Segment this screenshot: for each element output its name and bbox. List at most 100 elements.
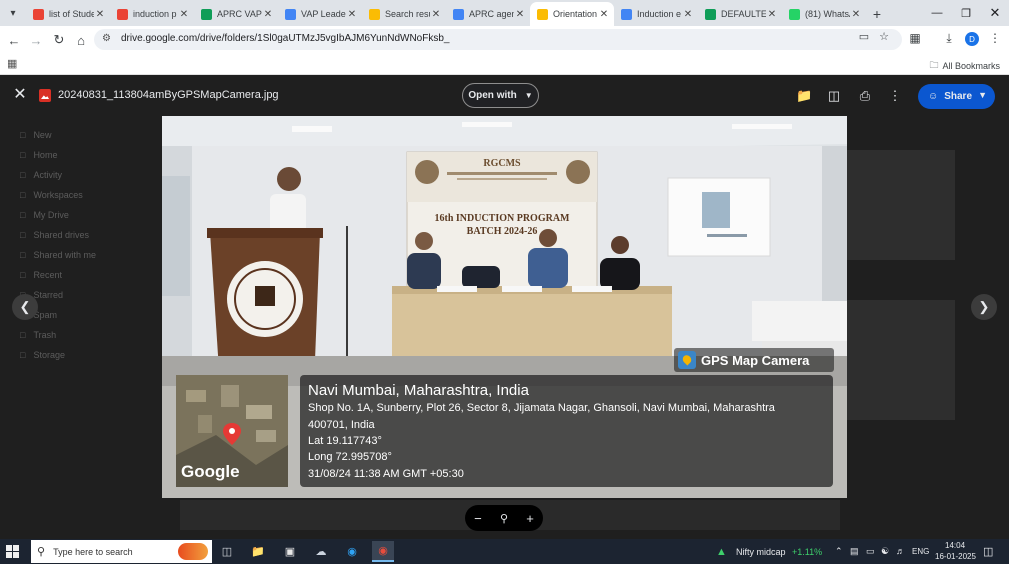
- tab-close-icon[interactable]: ✕: [850, 9, 862, 20]
- wifi-icon[interactable]: ☯: [881, 546, 889, 557]
- chrome-icon[interactable]: ◉: [372, 541, 394, 562]
- tab-close-icon[interactable]: ✕: [346, 9, 358, 20]
- add-to-drive-icon[interactable]: 📁: [796, 88, 812, 104]
- drive-sidebar-item: □ Workspaces: [20, 185, 96, 205]
- browser-tab[interactable]: induction p ✕: [110, 2, 194, 26]
- address-line-1: Shop No. 1A, Sunberry, Plot 26, Sector 8…: [308, 402, 775, 414]
- app-icon[interactable]: ☁: [310, 541, 332, 562]
- tab-close-icon[interactable]: ✕: [430, 9, 442, 20]
- reload-icon[interactable]: ↻: [49, 30, 69, 50]
- install-app-icon[interactable]: ▭: [855, 30, 873, 43]
- profile-avatar[interactable]: D: [965, 32, 979, 46]
- close-window-icon[interactable]: ✕: [980, 0, 1009, 26]
- tab-close-icon[interactable]: ✕: [178, 9, 190, 20]
- ticker-name[interactable]: Nifty midcap: [736, 547, 786, 557]
- apps-grid-icon[interactable]: ▦: [7, 57, 17, 70]
- print-icon[interactable]: ⎙: [857, 88, 873, 104]
- maximize-icon[interactable]: ❐: [951, 0, 981, 26]
- banner-org: RGCMS: [483, 158, 521, 169]
- sidebar-item-label: My Drive: [33, 210, 69, 220]
- clock-time[interactable]: 14:04: [945, 541, 965, 550]
- tab-close-icon[interactable]: ✕: [682, 9, 694, 20]
- tab-label: list of Stude: [49, 9, 94, 19]
- sidebar-item-label: New: [33, 130, 52, 140]
- drive-icon: [537, 8, 548, 20]
- browser-tab[interactable]: VAP Leader ✕: [278, 2, 362, 26]
- all-bookmarks-button[interactable]: 🗀 All Bookmarks: [929, 58, 1000, 74]
- extensions-icon[interactable]: ▦: [906, 31, 924, 45]
- tab-label: Orientation: [553, 9, 598, 19]
- tab-close-icon[interactable]: ✕: [598, 9, 610, 20]
- address-line-2: 400701, India: [308, 419, 375, 431]
- previous-icon[interactable]: ❮: [12, 294, 38, 320]
- drive-sidebar-item: □ Home: [20, 145, 96, 165]
- menu-kebab-icon[interactable]: ⋮: [986, 31, 1004, 45]
- back-icon[interactable]: ←: [4, 30, 24, 50]
- sidebar-item-icon: □: [20, 210, 26, 220]
- stock-chart-icon: ▲: [716, 546, 727, 558]
- share-dropdown-icon[interactable]: ▼: [978, 90, 987, 100]
- sidebar-item-icon: □: [20, 230, 26, 240]
- browser-tab[interactable]: (81) WhatsA✕: [782, 2, 866, 26]
- browser-tab[interactable]: DEFAULTER✕: [698, 2, 782, 26]
- drive-sidebar: □ New □ Home □ Activity □ Workspaces □ My Drive □ S…: [20, 125, 96, 365]
- tab-label: VAP Leader: [301, 9, 346, 19]
- gps-info-panel: Navi Mumbai, Maharashtra, India Shop No.…: [300, 375, 833, 487]
- forward-icon[interactable]: →: [26, 30, 46, 50]
- minimize-icon[interactable]: —: [922, 0, 952, 26]
- language-indicator[interactable]: ENG: [912, 547, 929, 556]
- google-logo: Google: [181, 462, 240, 481]
- sidebar-item-label: Storage: [33, 350, 65, 360]
- ghost-thumbnail: [847, 300, 955, 420]
- clock-date[interactable]: 16-01-2025: [935, 552, 976, 561]
- zoom-search-icon[interactable]: ⚲: [500, 512, 508, 525]
- windows-start-icon[interactable]: [6, 545, 19, 558]
- banner-batch: BATCH 2024-26: [467, 226, 538, 237]
- tab-close-icon[interactable]: ✕: [94, 9, 106, 20]
- network-icon[interactable]: ▤: [850, 546, 859, 557]
- site-info-icon[interactable]: ⚙: [102, 33, 111, 44]
- zoom-out-icon[interactable]: −: [474, 511, 482, 526]
- dropdown-caret-icon: ▼: [524, 91, 533, 100]
- browser-tab[interactable]: Orientation ✕: [530, 2, 614, 26]
- next-icon[interactable]: ❯: [971, 294, 997, 320]
- share-button[interactable]: ☺ Share ▼: [918, 84, 995, 109]
- taskbar-search[interactable]: ⚲ Type here to search: [31, 540, 212, 563]
- url-text[interactable]: drive.google.com/drive/folders/1Sl0gaUTM…: [121, 33, 449, 44]
- file-explorer-icon[interactable]: 📁: [247, 541, 269, 562]
- browser-tab[interactable]: Induction e ✕: [614, 2, 698, 26]
- browser-tab[interactable]: Search resu ✕: [362, 2, 446, 26]
- drive-sidebar-item: □ Shared with me: [20, 245, 96, 265]
- whatsapp-icon: [789, 8, 800, 20]
- more-options-icon[interactable]: ⋮: [887, 88, 903, 104]
- browser-tab[interactable]: APRC VAP D✕: [194, 2, 278, 26]
- bookmark-star-icon[interactable]: ☆: [875, 30, 893, 43]
- sidebar-item-icon: □: [20, 350, 26, 360]
- tab-close-icon[interactable]: ✕: [514, 9, 526, 20]
- battery-icon[interactable]: ▭: [866, 546, 875, 557]
- browser-tab[interactable]: list of Stude ✕: [26, 2, 110, 26]
- tab-search-dropdown[interactable]: ▾: [0, 0, 26, 26]
- open-with-button[interactable]: Open with ▼: [462, 83, 539, 108]
- tab-close-icon[interactable]: ✕: [766, 9, 778, 20]
- new-tab-button[interactable]: +: [866, 2, 888, 26]
- ticker-change[interactable]: +1.11%: [792, 547, 822, 557]
- person-add-icon: ☺: [928, 91, 939, 102]
- notifications-icon[interactable]: ◫: [983, 545, 993, 558]
- download-icon[interactable]: ⤓: [940, 31, 958, 46]
- home-icon[interactable]: ⌂: [71, 30, 91, 50]
- tray-chevron-icon[interactable]: ⌃: [835, 546, 843, 557]
- tab-close-icon[interactable]: ✕: [262, 9, 274, 20]
- drive-sidebar-item: □ Storage: [20, 345, 96, 365]
- docs-icon: [285, 8, 296, 20]
- gps-brand-badge: GPS Map Camera: [674, 348, 834, 372]
- store-icon[interactable]: ▣: [279, 541, 301, 562]
- task-view-icon[interactable]: ◫: [216, 541, 238, 562]
- add-comment-icon[interactable]: ◫: [826, 88, 842, 104]
- browser-tab[interactable]: APRC agen ✕: [446, 2, 530, 26]
- volume-icon[interactable]: ♬: [896, 546, 905, 556]
- address-bar[interactable]: ⚙ drive.google.com/drive/folders/1Sl0gaU…: [94, 29, 902, 50]
- close-viewer-icon[interactable]: ✕: [12, 87, 28, 103]
- edge-icon[interactable]: ◉: [341, 541, 363, 562]
- zoom-in-icon[interactable]: +: [526, 511, 534, 526]
